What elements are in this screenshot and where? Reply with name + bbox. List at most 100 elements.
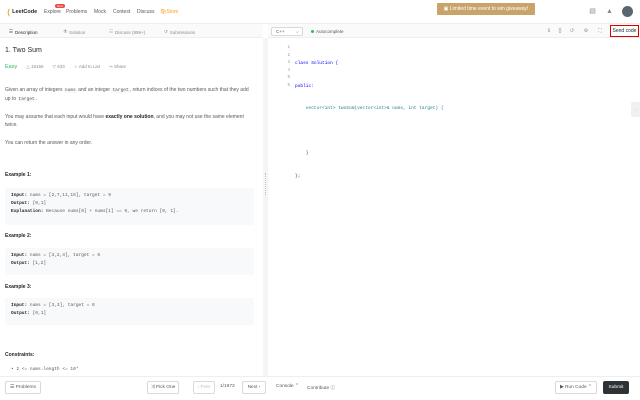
- line-number: 4: [287, 68, 290, 73]
- add-to-list-button[interactable]: ☆ Add to List: [74, 64, 100, 70]
- example-3-title: Example 3:: [5, 284, 32, 290]
- code-line: vector<int> twoSum(vector<int>& nums, in…: [295, 106, 444, 111]
- problems-list-button[interactable]: ☰ Problems: [5, 381, 41, 394]
- problem-title: 1. Two Sum: [5, 47, 42, 54]
- output-value: [0,1]: [32, 201, 47, 206]
- nav-problems[interactable]: Problems: [66, 9, 87, 15]
- chevron-up-icon: ⌃: [586, 385, 592, 390]
- nav-discuss[interactable]: Discuss: [137, 9, 155, 15]
- logo-text: LeetCode: [12, 9, 38, 15]
- example-1-input: Input: nums = [2,7,11,15], target = 9: [11, 192, 248, 200]
- inline-code: target: [17, 97, 36, 102]
- desc-text: .: [35, 96, 38, 102]
- example-1-output: Output: [0,1]: [11, 200, 248, 208]
- tab-description[interactable]: ☰ Description: [9, 29, 38, 35]
- prev-label: Prev: [200, 385, 211, 390]
- code-content[interactable]: class Solution { public: vector<int> two…: [295, 45, 444, 188]
- run-code-label: Run Code: [565, 385, 587, 390]
- code-line: }: [295, 151, 309, 156]
- example-2-title: Example 2:: [5, 233, 32, 239]
- constraint-item: • 2 <= nums.length <= 10⁴: [11, 367, 79, 372]
- example-1-explanation: Explanation: Because nums[0] + nums[1] =…: [11, 208, 248, 216]
- input-value: nums = [3,2,4], target = 6: [29, 253, 101, 258]
- input-label: Input:: [11, 253, 28, 258]
- info-icon[interactable]: ℹ: [545, 27, 553, 35]
- constraint-text: 2 <= nums.length <= 10⁴: [16, 367, 79, 372]
- store-label: Store: [166, 9, 179, 15]
- code-line: };: [295, 173, 301, 179]
- explanation-value: Because nums[0] + nums[1] == 9, we retur…: [46, 209, 179, 214]
- line-number: 3: [287, 61, 290, 65]
- example-1-title: Example 1:: [5, 172, 32, 178]
- input-label: Input:: [11, 303, 28, 308]
- fullscreen-icon[interactable]: ⛶: [596, 27, 604, 35]
- reset-icon[interactable]: ↺: [568, 27, 576, 35]
- autocomplete-toggle[interactable]: Autocomplete: [311, 29, 344, 34]
- input-value: nums = [3,3], target = 6: [29, 303, 95, 308]
- pick-one-button[interactable]: ⤨ Pick One: [147, 381, 179, 394]
- language-select[interactable]: C++ ⌵: [271, 27, 303, 36]
- prev-button[interactable]: ‹ Prev: [193, 381, 215, 394]
- example-3-box: Input: nums = [3,3], target = 6 Output: …: [5, 298, 254, 325]
- line-number-gutter: 1 2 3 4 5 6: [282, 45, 290, 90]
- leetcode-logo[interactable]: ⟨ LeetCode: [7, 7, 37, 17]
- nav-explore[interactable]: Explore: [44, 9, 61, 15]
- submit-button[interactable]: Submit: [603, 381, 629, 394]
- likes-count: 19156: [30, 64, 44, 69]
- settings-icon[interactable]: ⚙: [582, 27, 590, 35]
- line-number: 2: [287, 53, 290, 58]
- line-number: 6: [287, 83, 290, 88]
- output-label: Output:: [11, 201, 30, 206]
- next-button[interactable]: Next ›: [242, 381, 266, 394]
- example-2-box: Input: nums = [3,2,4], target = 6 Output…: [5, 248, 254, 275]
- explanation-label: Explanation:: [11, 209, 44, 214]
- console-button[interactable]: Console ⌃: [276, 384, 299, 389]
- new-badge: New: [55, 4, 65, 8]
- status-dot-icon: [311, 30, 314, 33]
- tab-discuss-label: Discuss (999+): [115, 29, 146, 35]
- tab-submissions[interactable]: ↺ Submissions: [164, 29, 195, 35]
- pick-one-label: Pick One: [155, 385, 176, 390]
- tab-discuss[interactable]: ☷ Discuss (999+): [109, 29, 145, 35]
- output-label: Output:: [11, 311, 30, 316]
- nav-store[interactable]: 🛍Store: [160, 9, 178, 15]
- difficulty-badge: Easy: [5, 64, 18, 70]
- constraints-title: Constraints:: [5, 352, 35, 358]
- tab-solution[interactable]: ⚗ Solution: [63, 29, 85, 35]
- share-button[interactable]: ↪ Share: [109, 64, 126, 70]
- send-code-button[interactable]: Send code: [610, 25, 639, 37]
- example-3-input: Input: nums = [3,3], target = 6: [11, 302, 248, 310]
- playground-icon[interactable]: ▤: [588, 7, 597, 16]
- run-code-button[interactable]: ▶ Run Code ⌃: [555, 381, 597, 394]
- promo-text: Limited time event to win giveaway!: [449, 6, 529, 12]
- tab-solution-label: Solution: [69, 29, 86, 35]
- line-number: 5: [287, 76, 290, 80]
- problem-meta: Easy △ 19156 ▽ 633 ☆ Add to List ↪ Share: [5, 64, 126, 70]
- side-panel-toggle[interactable]: ‹: [631, 102, 640, 117]
- description-icon: ☰: [9, 29, 14, 34]
- chevron-right-icon: ›: [257, 385, 261, 390]
- code-braces-icon[interactable]: {}: [556, 27, 564, 35]
- input-label: Input:: [11, 193, 28, 198]
- chevron-left-icon: ‹: [634, 107, 637, 112]
- notification-bell-icon[interactable]: ▲: [605, 7, 614, 16]
- output-value: [0,1]: [32, 311, 47, 316]
- solution-icon: ⚗: [63, 29, 68, 34]
- nav-contest[interactable]: Contest: [113, 9, 130, 15]
- promo-banner[interactable]: ▣ Limited time event to win giveaway!: [437, 3, 535, 15]
- code-line: class Solution {: [295, 61, 339, 66]
- dislike-button[interactable]: ▽ 633: [52, 64, 64, 70]
- contribute-button[interactable]: Contribute ⓘ: [307, 384, 335, 391]
- add-to-list-label: Add to List: [78, 64, 101, 69]
- desc-text: Given an array of integers: [5, 87, 64, 93]
- desc-text: You may assume that each input would hav…: [5, 114, 106, 120]
- share-label: Share: [114, 64, 127, 69]
- nav-mock[interactable]: Mock: [94, 9, 106, 15]
- next-label: Next: [247, 385, 258, 390]
- example-1-box: Input: nums = [2,7,11,15], target = 9 Ou…: [5, 188, 254, 225]
- like-button[interactable]: △ 19156: [26, 64, 43, 70]
- line-number: 1: [287, 46, 290, 50]
- splitter-grip-icon[interactable]: [265, 173, 266, 195]
- autocomplete-label: Autocomplete: [316, 29, 344, 34]
- user-avatar[interactable]: [622, 6, 633, 17]
